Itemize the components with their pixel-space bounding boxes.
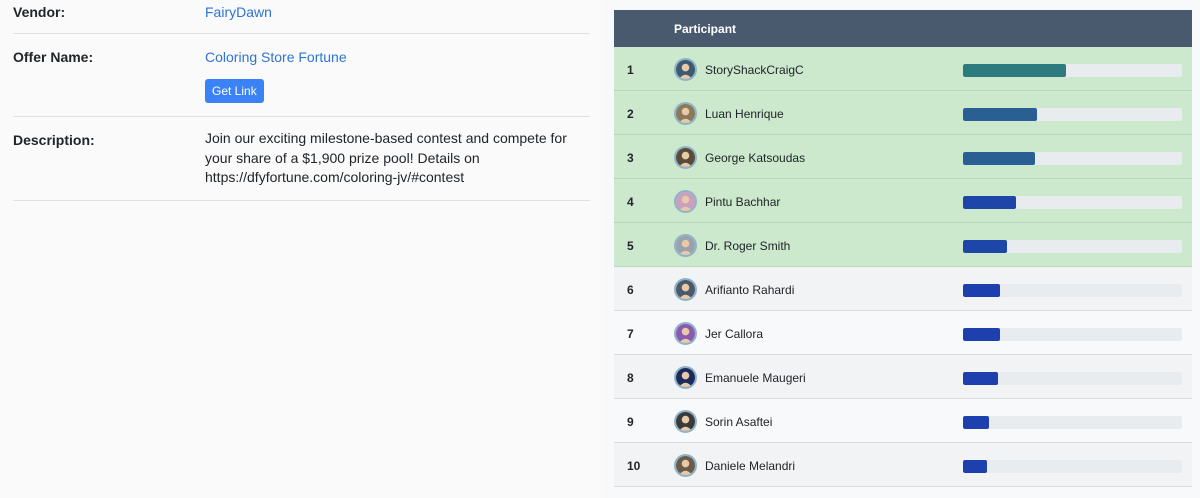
- offer-name-row: Offer Name: Coloring Store Fortune Get L…: [13, 34, 590, 117]
- avatar-icon[interactable]: [674, 234, 697, 257]
- avatar-icon[interactable]: [674, 278, 697, 301]
- participant-name: Jer Callora: [705, 327, 764, 341]
- progress-bar: [963, 152, 1182, 165]
- leaderboard-header: Participant: [614, 10, 1192, 47]
- progress-bar: [963, 64, 1182, 77]
- participant-name: George Katsoudas: [705, 151, 806, 165]
- participant-name: Pintu Bachhar: [705, 195, 781, 209]
- leaderboard-row: 2 Luan Henrique: [614, 91, 1192, 135]
- rank-number: 5: [627, 239, 634, 253]
- avatar-icon[interactable]: [674, 102, 697, 125]
- vendor-label: Vendor:: [13, 4, 66, 20]
- avatar-icon[interactable]: [674, 322, 697, 345]
- leaderboard-rows: 1 StoryShackCraigC 2 Luan Henrique 3 George K…: [614, 47, 1192, 487]
- leaderboard-row: 1 StoryShackCraigC: [614, 47, 1192, 91]
- rank-number: 2: [627, 107, 634, 121]
- progress-bar: [963, 284, 1182, 297]
- avatar-icon[interactable]: [674, 454, 697, 477]
- progress-fill: [963, 152, 1036, 165]
- progress-fill: [963, 108, 1038, 121]
- participant-name: Daniele Melandri: [705, 459, 796, 473]
- leaderboard-row: 6 Arifianto Rahardi: [614, 267, 1192, 311]
- offer-name-link[interactable]: Coloring Store Fortune: [205, 49, 347, 65]
- rank-number: 8: [627, 371, 634, 385]
- description-label: Description:: [13, 132, 95, 148]
- avatar-icon[interactable]: [674, 146, 697, 169]
- vendor-row: Vendor: FairyDawn: [13, 0, 590, 34]
- progress-fill: [963, 284, 1001, 297]
- avatar-icon[interactable]: [674, 190, 697, 213]
- progress-bar: [963, 372, 1182, 385]
- description-row: Description: Join our exciting milestone…: [13, 117, 590, 201]
- rank-number: 3: [627, 151, 634, 165]
- offer-details-panel: Vendor: FairyDawn Offer Name: Coloring S…: [0, 0, 603, 498]
- get-link-button[interactable]: Get Link: [205, 79, 264, 103]
- vendor-link[interactable]: FairyDawn: [205, 4, 272, 20]
- progress-bar: [963, 240, 1182, 253]
- progress-bar: [963, 196, 1182, 209]
- avatar-icon[interactable]: [674, 410, 697, 433]
- progress-fill: [963, 196, 1016, 209]
- leaderboard-row: 3 George Katsoudas: [614, 135, 1192, 179]
- participant-column-header: Participant: [674, 22, 737, 36]
- progress-fill: [963, 240, 1007, 253]
- participant-name: Luan Henrique: [705, 107, 784, 121]
- rank-number: 9: [627, 415, 634, 429]
- avatar-icon[interactable]: [674, 366, 697, 389]
- leaderboard-row: 4 Pintu Bachhar: [614, 179, 1192, 223]
- leaderboard-row: 9 Sorin Asaftei: [614, 399, 1192, 443]
- participant-name: StoryShackCraigC: [705, 63, 804, 77]
- progress-bar: [963, 416, 1182, 429]
- leaderboard-row: 7 Jer Callora: [614, 311, 1192, 355]
- leaderboard-row: 8 Emanuele Maugeri: [614, 355, 1192, 399]
- participant-name: Dr. Roger Smith: [705, 239, 791, 253]
- description-text: Join our exciting milestone-based contes…: [205, 130, 567, 185]
- rank-number: 4: [627, 195, 634, 209]
- rank-number: 10: [627, 459, 641, 473]
- rank-number: 6: [627, 283, 634, 297]
- participant-name: Emanuele Maugeri: [705, 371, 806, 385]
- avatar-icon[interactable]: [674, 58, 697, 81]
- leaderboard-row: 10 Daniele Melandri: [614, 443, 1192, 487]
- progress-fill: [963, 64, 1066, 77]
- offer-name-label: Offer Name:: [13, 49, 94, 65]
- participant-name: Sorin Asaftei: [705, 415, 773, 429]
- leaderboard-row: 5 Dr. Roger Smith: [614, 223, 1192, 267]
- progress-fill: [963, 416, 990, 429]
- progress-bar: [963, 108, 1182, 121]
- progress-fill: [963, 460, 988, 473]
- rank-number: 7: [627, 327, 634, 341]
- progress-fill: [963, 372, 999, 385]
- participant-name: Arifianto Rahardi: [705, 283, 795, 297]
- progress-bar: [963, 328, 1182, 341]
- progress-fill: [963, 328, 1001, 341]
- progress-bar: [963, 460, 1182, 473]
- leaderboard-table: Participant 1 StoryShackCraigC 2 Luan Henri…: [614, 10, 1192, 498]
- rank-number: 1: [627, 63, 634, 77]
